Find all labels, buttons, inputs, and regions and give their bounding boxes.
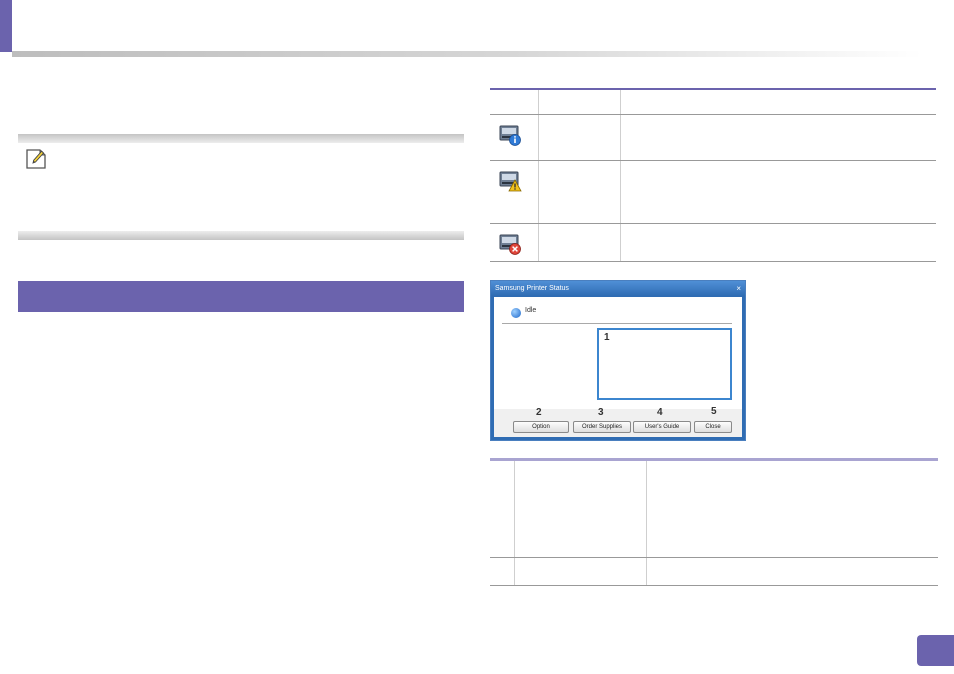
callout-4: 4 bbox=[657, 407, 663, 418]
page-number-badge bbox=[917, 635, 954, 666]
table-header-row bbox=[490, 88, 936, 115]
table-row bbox=[490, 161, 936, 224]
status-info-icon bbox=[511, 308, 521, 318]
callout-1: 1 bbox=[604, 332, 610, 343]
table-row bbox=[490, 558, 938, 586]
header-rule bbox=[12, 51, 922, 57]
printer-warning-icon bbox=[499, 171, 522, 192]
dialog-titlebar: Samsung Printer Status × bbox=[491, 281, 745, 296]
note-box-top-border bbox=[18, 134, 464, 143]
close-icon[interactable]: × bbox=[736, 281, 741, 296]
callout-5: 5 bbox=[711, 406, 717, 417]
dialog-title: Samsung Printer Status bbox=[495, 285, 569, 292]
table-row bbox=[490, 224, 936, 262]
status-icon-table bbox=[490, 88, 936, 262]
section-header-band bbox=[18, 281, 464, 312]
callout-description-table bbox=[490, 458, 938, 586]
callout-3: 3 bbox=[598, 407, 604, 418]
pencil-note-icon bbox=[26, 149, 46, 169]
dialog-body: Idle 1 2 3 4 5 Option Order Supplies Use… bbox=[494, 297, 742, 437]
status-message-area bbox=[597, 328, 732, 400]
dialog-status-text: Idle bbox=[525, 307, 537, 314]
printer-info-icon bbox=[499, 125, 521, 146]
order-supplies-button[interactable]: Order Supplies bbox=[573, 421, 631, 433]
dialog-separator bbox=[502, 323, 732, 324]
users-guide-button[interactable]: User's Guide bbox=[633, 421, 691, 433]
callout-2: 2 bbox=[536, 407, 542, 418]
printer-status-dialog: Samsung Printer Status × Idle 1 2 3 4 5 … bbox=[490, 280, 746, 441]
chapter-tab bbox=[0, 0, 12, 52]
table-row bbox=[490, 115, 936, 161]
printer-error-icon bbox=[499, 234, 521, 255]
close-button[interactable]: Close bbox=[694, 421, 732, 433]
option-button[interactable]: Option bbox=[513, 421, 569, 433]
table-row bbox=[490, 461, 938, 558]
note-box-bottom-border bbox=[18, 231, 464, 240]
